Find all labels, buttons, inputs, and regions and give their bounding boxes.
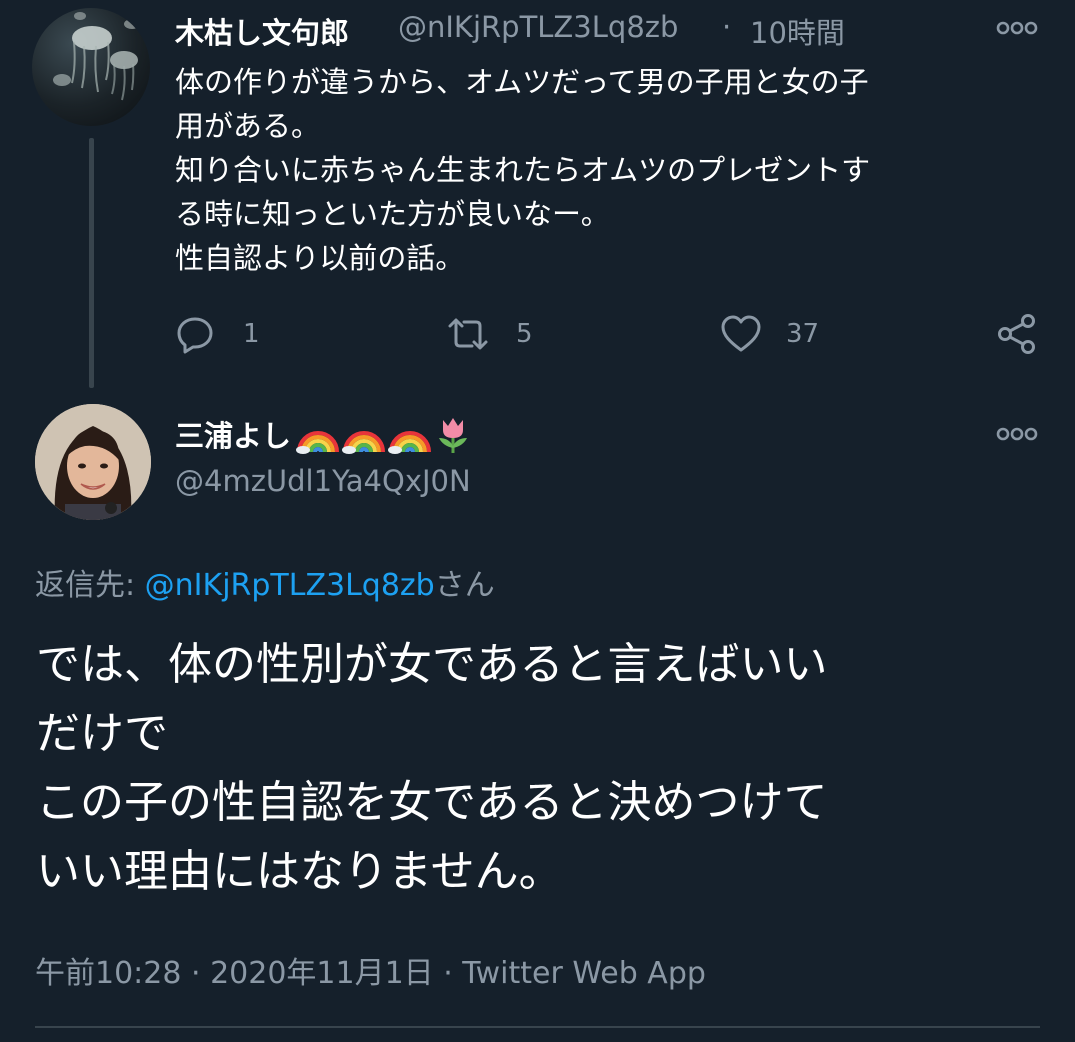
rainbow-icon [342, 431, 386, 454]
share-button[interactable] [996, 310, 1038, 358]
like-count: 37 [786, 319, 820, 349]
reply-to-label: 返信先: [35, 568, 145, 603]
tweet-text: 体の作りが違うから、オムツだって男の子用と女の子 用がある。 知り合いに赤ちゃん… [175, 60, 1055, 280]
jellyfish-photo [53, 12, 140, 101]
thread-connector [89, 138, 94, 388]
reply-to-mention[interactable]: @nIKjRpTLZ3Lq8zb [145, 568, 435, 603]
separator-dot: · [722, 10, 732, 44]
retweet-count: 5 [516, 319, 533, 349]
tweet-text-line: いい理由にはなりません。 [36, 846, 563, 897]
reply-icon [177, 317, 213, 354]
author-handle[interactable]: @4mzUdl1Ya4QxJ0N [175, 464, 471, 498]
tweet-text-line: この子の性自認を女であると決めつけて [36, 777, 828, 828]
tweet-text-line: 性自認より以前の話。 [175, 241, 465, 275]
rainbow-icon [388, 431, 432, 454]
like-icon [721, 315, 761, 352]
author-handle[interactable]: @nIKjRpTLZ3Lq8zb [398, 10, 678, 44]
reply-to-suffix: さん [434, 568, 495, 603]
tweet-text-line: る時に知っといた方が良いなー。 [175, 197, 610, 231]
avatar[interactable] [32, 8, 150, 126]
tulip-icon [439, 418, 468, 453]
name-emojis [295, 414, 473, 454]
author-name[interactable]: 木枯し文句郎 [175, 10, 349, 52]
tweet-text-line: だけで [36, 708, 168, 759]
more-icon[interactable] [995, 424, 1039, 444]
tweet-text: では、体の性別が女であると言えばいい だけで この子の性自認を女であると決めつけ… [36, 630, 1046, 906]
divider [35, 1026, 1040, 1028]
like-button[interactable]: 37 [720, 310, 819, 358]
reply-to-line: 返信先: @nIKjRpTLZ3Lq8zbさん [35, 560, 495, 604]
avatar[interactable] [35, 404, 151, 520]
tweet-text-line: では、体の性別が女であると言えばいい [36, 639, 828, 690]
tweet-text-line: 体の作りが違うから、オムツだって男の子用と女の子 [175, 65, 869, 99]
tweet-time[interactable]: 10時間 [750, 10, 845, 52]
share-icon [998, 314, 1035, 354]
author-name[interactable]: 三浦よし [175, 413, 291, 455]
author-name-row: 三浦よし [175, 414, 473, 454]
retweet-icon [448, 318, 488, 350]
more-icon[interactable] [995, 18, 1039, 38]
reply-button[interactable]: 1 [175, 310, 260, 358]
tweet-text-line: 用がある。 [175, 109, 321, 143]
profile-photo [35, 404, 151, 520]
reply-count: 1 [243, 319, 260, 349]
tweet-text-line: 知り合いに赤ちゃん生まれたらオムツのプレゼントす [175, 153, 871, 187]
retweet-button[interactable]: 5 [446, 310, 533, 358]
tweet-timestamp[interactable]: 午前10:28 · 2020年11月1日 · Twitter Web App [35, 948, 706, 992]
rainbow-icon [296, 431, 340, 454]
